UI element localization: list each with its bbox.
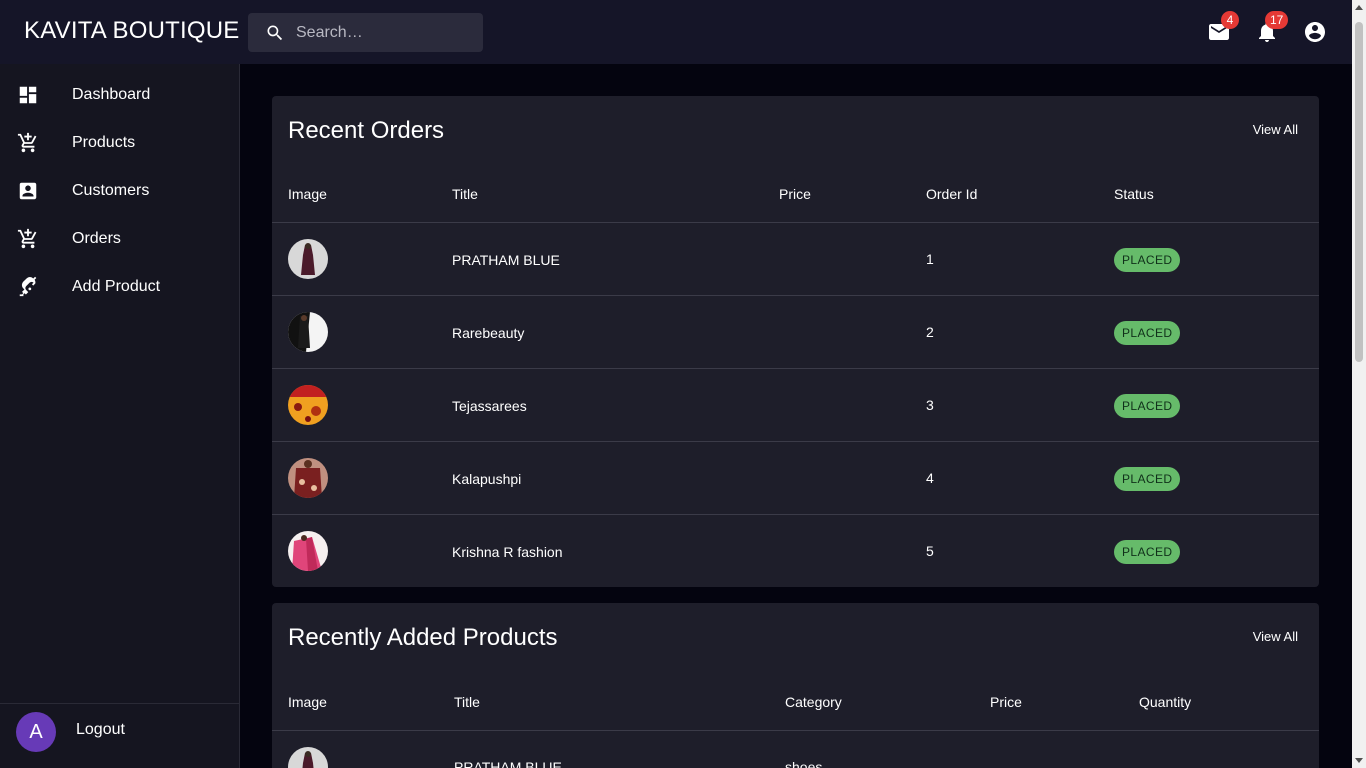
logout-button[interactable]: Logout	[76, 721, 125, 739]
sidebar-item-label: Add Product	[72, 278, 161, 295]
contact-card-icon	[19, 182, 37, 200]
order-id: 4	[926, 470, 934, 486]
cart-add-icon	[17, 132, 37, 153]
search-box[interactable]	[248, 13, 483, 52]
scrollbar-thumb[interactable]	[1355, 22, 1363, 362]
status-badge: PLACED	[1114, 540, 1181, 564]
order-title: Krishna R fashion	[452, 544, 563, 560]
sidebar-item-label: Orders	[72, 230, 121, 247]
status-badge: PLACED	[1114, 321, 1181, 345]
avatar[interactable]: A	[16, 712, 56, 752]
product-thumbnail	[288, 385, 328, 425]
account-circle-icon	[1305, 22, 1325, 42]
product-thumbnail	[288, 312, 328, 352]
sidebar-item-dashboard[interactable]: Dashboard	[0, 72, 239, 120]
product-category: shoes	[785, 759, 823, 768]
product-thumbnail	[288, 458, 328, 498]
sidebar: Dashboard Products Customers Orders Add …	[0, 64, 240, 768]
table-row[interactable]: Tejassarees 3 PLACED	[272, 368, 1319, 441]
status-badge: PLACED	[1114, 248, 1181, 272]
account-button[interactable]	[1303, 20, 1327, 44]
dashboard-icon	[19, 86, 37, 104]
recent-orders-title: Recent Orders	[288, 117, 445, 144]
order-id: 1	[926, 251, 934, 267]
product-title: PRATHAM BLUE	[454, 759, 562, 768]
sidebar-item-customers[interactable]: Customers	[0, 168, 239, 216]
sidebar-item-label: Products	[72, 134, 136, 151]
page-scrollbar[interactable]	[1352, 0, 1366, 768]
status-badge: PLACED	[1114, 467, 1181, 491]
column-header-title: Title	[452, 186, 478, 202]
recent-products-card: Recently Added Products View All Image T…	[272, 603, 1319, 768]
cart-add-icon	[17, 228, 37, 249]
search-input[interactable]	[296, 13, 476, 52]
notifications-count-badge: 17	[1265, 11, 1289, 29]
sidebar-item-products[interactable]: Products	[0, 120, 239, 168]
sidebar-item-label: Customers	[72, 182, 150, 199]
recent-orders-view-all-button[interactable]: View All	[1253, 122, 1298, 137]
scroll-down-arrow[interactable]	[1355, 758, 1363, 763]
column-header-title: Title	[454, 694, 480, 710]
column-header-order-id: Order Id	[926, 186, 978, 202]
order-title: PRATHAM BLUE	[452, 252, 560, 268]
column-header-image: Image	[288, 186, 327, 202]
column-header-status: Status	[1114, 186, 1154, 202]
table-row[interactable]: Rarebeauty 2 PLACED	[272, 295, 1319, 368]
recent-products-view-all-button[interactable]: View All	[1253, 629, 1298, 644]
scroll-up-arrow[interactable]	[1355, 5, 1363, 10]
table-row[interactable]: PRATHAM BLUE 1 PLACED	[272, 222, 1319, 295]
app-bar: KAVITA BOUTIQUE 4 17	[0, 0, 1352, 64]
sidebar-item-add-product[interactable]: Add Product	[0, 264, 239, 312]
sidebar-divider	[0, 703, 239, 704]
mail-button[interactable]: 4	[1207, 11, 1239, 44]
recent-products-title: Recently Added Products	[288, 624, 558, 651]
sidebar-item-orders[interactable]: Orders	[0, 216, 239, 264]
order-title: Kalapushpi	[452, 471, 522, 487]
recent-orders-card: Recent Orders View All Image Title Price…	[272, 96, 1319, 587]
table-row[interactable]: Krishna R fashion 5 PLACED	[272, 514, 1319, 587]
order-id: 2	[926, 324, 934, 340]
mail-count-badge: 4	[1221, 11, 1239, 29]
order-title: Tejassarees	[452, 398, 527, 414]
column-header-category: Category	[785, 694, 842, 710]
precision-tool-icon	[19, 276, 37, 297]
search-icon	[267, 25, 283, 41]
column-header-image: Image	[288, 694, 327, 710]
column-header-price: Price	[779, 186, 811, 202]
product-thumbnail	[288, 239, 328, 279]
order-id: 5	[926, 543, 934, 559]
app-title[interactable]: KAVITA BOUTIQUE	[24, 17, 239, 45]
column-header-quantity: Quantity	[1139, 694, 1192, 710]
product-thumbnail	[288, 747, 328, 768]
column-header-price: Price	[990, 694, 1022, 710]
notifications-button[interactable]: 17	[1255, 11, 1289, 44]
table-row[interactable]: Kalapushpi 4 PLACED	[272, 441, 1319, 514]
order-id: 3	[926, 397, 934, 413]
sidebar-item-label: Dashboard	[72, 86, 151, 103]
order-title: Rarebeauty	[452, 325, 525, 341]
status-badge: PLACED	[1114, 394, 1181, 418]
product-thumbnail	[288, 531, 328, 571]
table-row[interactable]: PRATHAM BLUE shoes	[272, 730, 1319, 768]
